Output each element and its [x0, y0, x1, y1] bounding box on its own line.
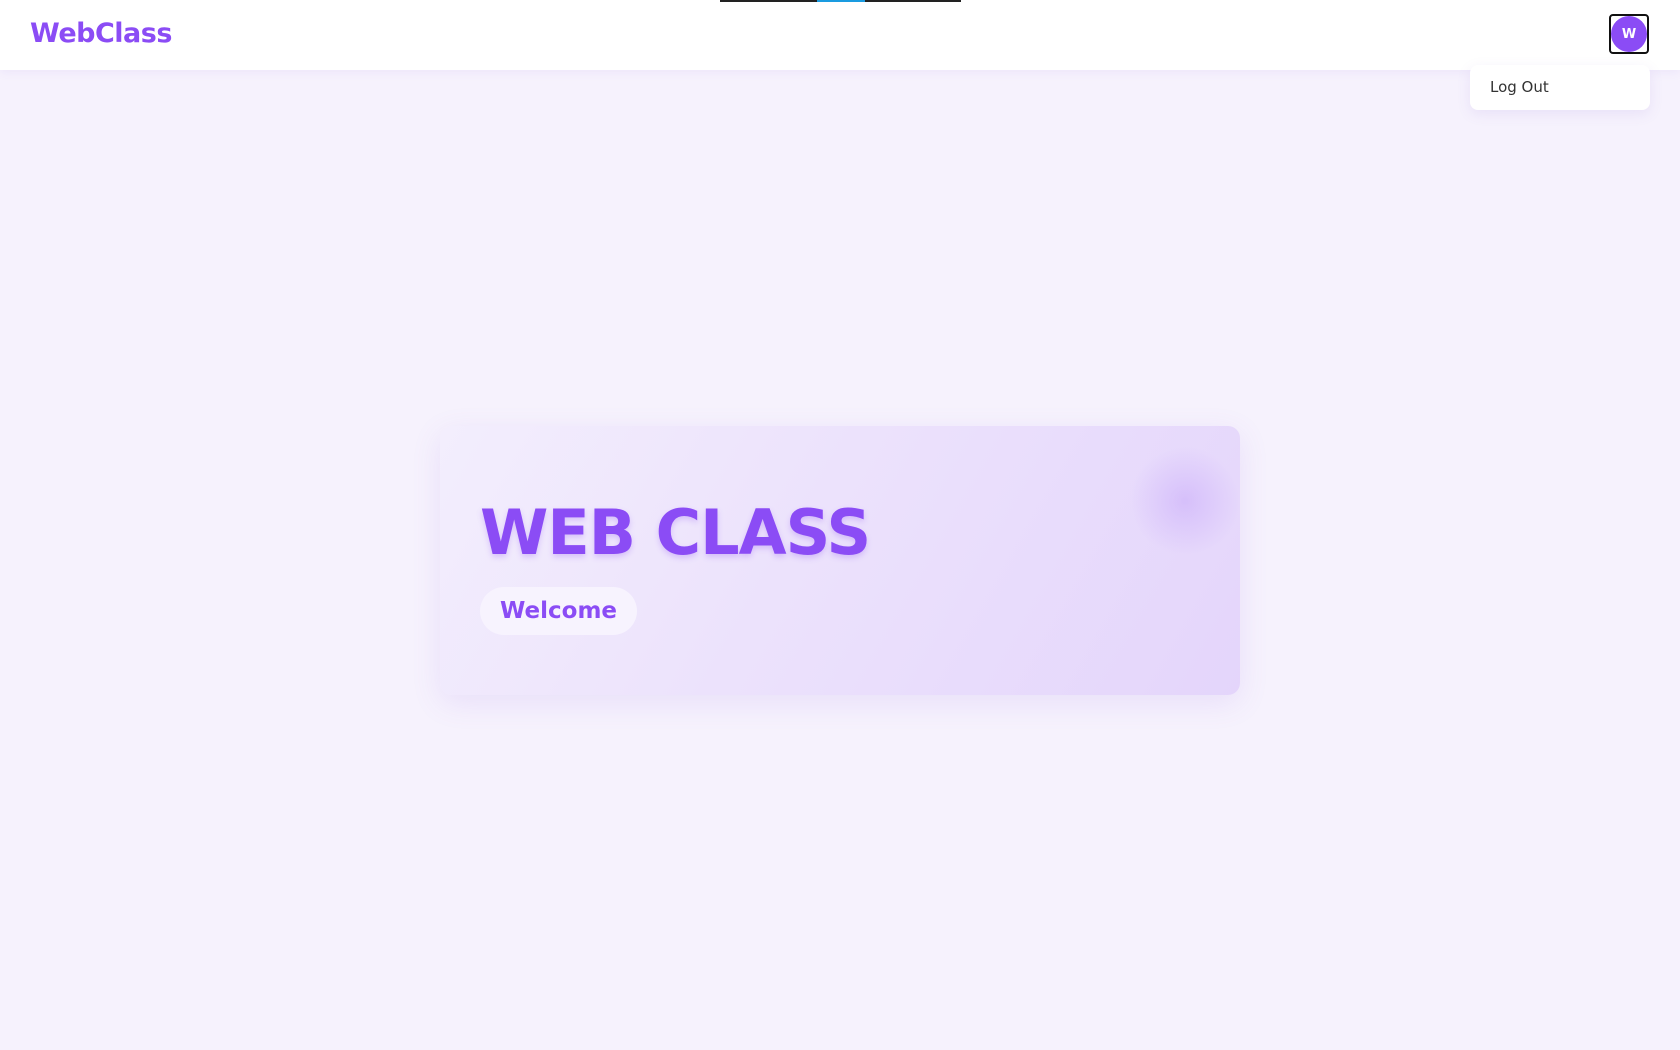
- avatar: W: [1611, 16, 1647, 52]
- hero-title: WEB CLASS: [480, 496, 871, 569]
- welcome-badge: Welcome: [480, 587, 638, 635]
- page-loading-bar-fill: [817, 0, 865, 2]
- hero-glow-decoration: [1130, 446, 1240, 556]
- logout-menu-item[interactable]: Log Out: [1490, 78, 1549, 96]
- brand-logo[interactable]: WebClass: [30, 18, 172, 49]
- hero-card: WEB CLASS Welcome: [440, 426, 1240, 695]
- page-loading-bar: [720, 0, 961, 2]
- top-navbar: WebClass W: [0, 0, 1680, 70]
- user-avatar-button[interactable]: W: [1609, 14, 1649, 54]
- user-menu-dropdown: Log Out: [1470, 65, 1650, 110]
